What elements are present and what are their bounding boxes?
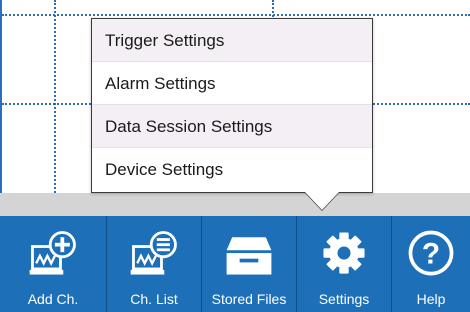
channel-list-button[interactable]: Ch. List bbox=[107, 216, 202, 312]
menu-pointer bbox=[305, 192, 339, 210]
settings-button[interactable]: Settings bbox=[297, 216, 392, 312]
help-label: Help bbox=[416, 291, 446, 307]
help-button[interactable]: ? Help bbox=[392, 216, 470, 312]
gear-icon bbox=[316, 224, 372, 284]
svg-text:?: ? bbox=[422, 237, 440, 270]
menu-item-device-settings[interactable]: Device Settings bbox=[92, 148, 372, 191]
menu-item-trigger-settings[interactable]: Trigger Settings bbox=[92, 19, 372, 62]
stored-files-button[interactable]: Stored Files bbox=[202, 216, 297, 312]
grid-line-vertical bbox=[54, 0, 56, 193]
add-channel-button[interactable]: Add Ch. bbox=[0, 216, 107, 312]
help-icon: ? bbox=[403, 224, 459, 284]
settings-menu: Trigger Settings Alarm Settings Data Ses… bbox=[91, 18, 373, 193]
channel-list-label: Ch. List bbox=[130, 291, 178, 307]
menu-item-data-session-settings[interactable]: Data Session Settings bbox=[92, 105, 372, 148]
settings-label: Settings bbox=[318, 291, 370, 307]
grid-line-horizontal bbox=[2, 14, 470, 16]
menu-item-alarm-settings[interactable]: Alarm Settings bbox=[92, 62, 372, 105]
add-channel-label: Add Ch. bbox=[27, 291, 79, 307]
add-channel-icon bbox=[25, 224, 81, 284]
stored-files-icon bbox=[221, 224, 277, 284]
stored-files-label: Stored Files bbox=[211, 291, 287, 307]
separator-band bbox=[0, 193, 470, 216]
bottom-toolbar: Add Ch. Ch. List Stored Files Settings ?… bbox=[0, 216, 470, 312]
channel-list-icon bbox=[126, 224, 182, 284]
